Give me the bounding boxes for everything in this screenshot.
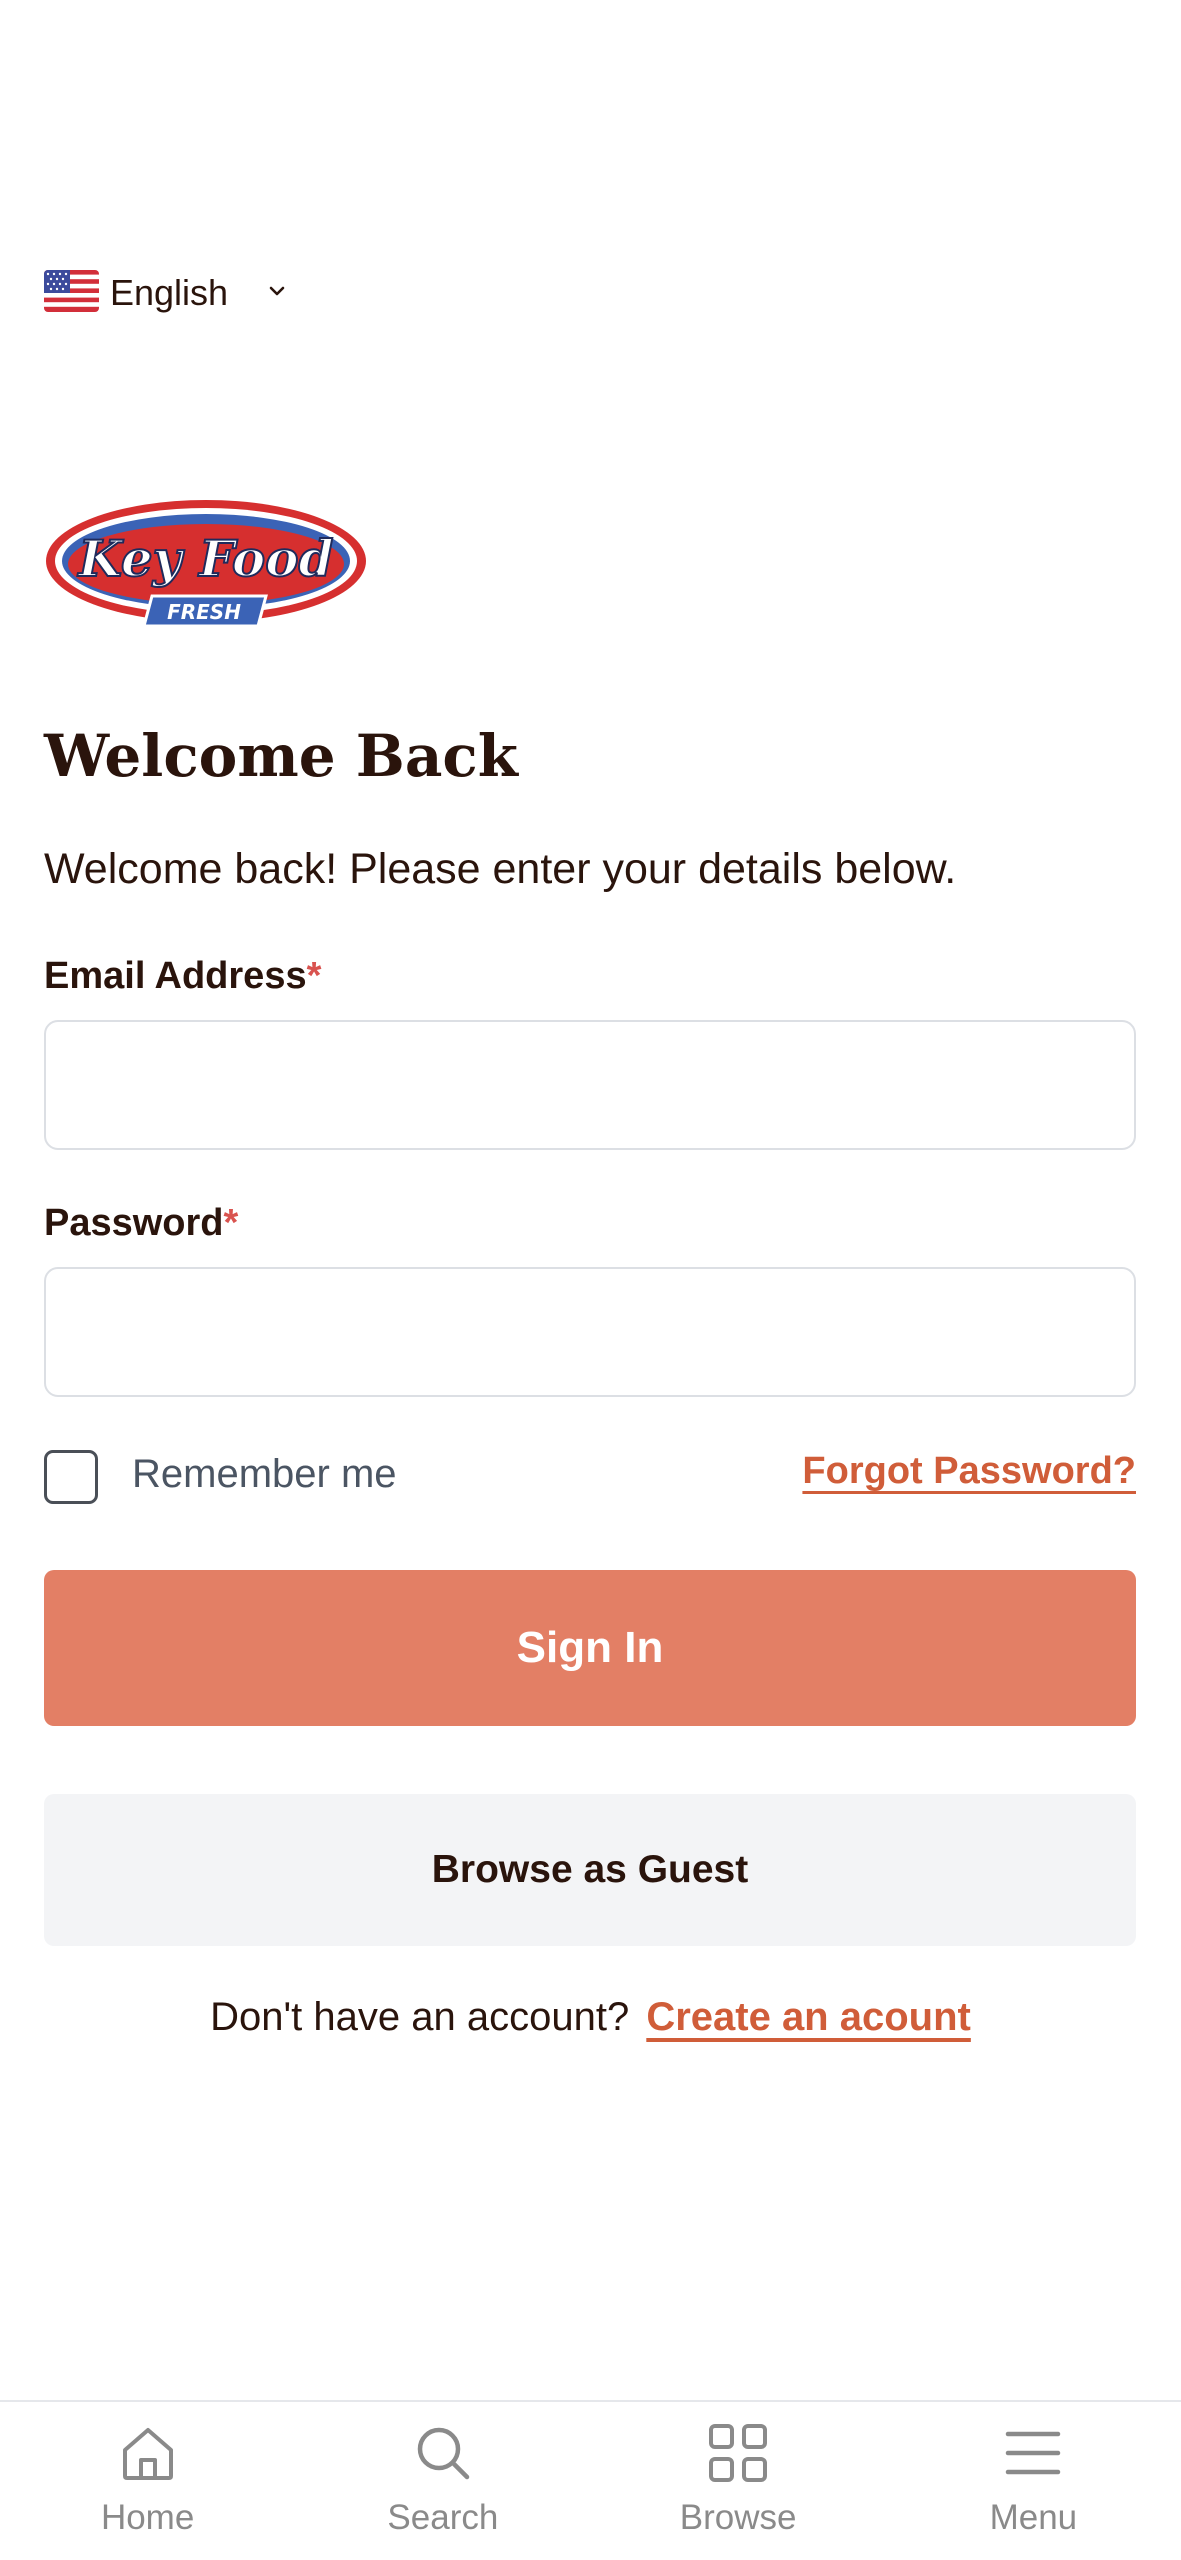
password-label-text: Password [44,1202,224,1244]
browse-as-guest-button[interactable]: Browse as Guest [44,1794,1136,1946]
language-selector[interactable]: English [44,270,285,313]
nav-item-search[interactable]: Search [295,2402,590,2560]
nav-item-menu[interactable]: Menu [886,2402,1181,2560]
logo-tagline: FRESH [167,600,241,624]
search-icon [417,2427,470,2480]
nav-item-home[interactable]: Home [0,2402,295,2560]
email-field[interactable] [44,1020,1136,1150]
logo-wordmark: Key Food [76,529,333,588]
remember-me-label: Remember me [132,1452,397,1496]
sign-in-button[interactable]: Sign In [44,1570,1136,1726]
page-subtitle: Welcome back! Please enter your details … [44,845,957,893]
forgot-password-link[interactable]: Forgot Password? [802,1450,1136,1493]
required-mark: * [223,1202,239,1244]
signup-question: Don't have an account? [210,1995,630,2039]
grid-icon [709,2424,768,2482]
nav-item-browse[interactable]: Browse [591,2402,886,2560]
nav-label-home: Home [100,2498,195,2537]
nav-label-search: Search [387,2498,499,2537]
email-label: Email Address* [44,955,321,998]
language-label: English [110,272,229,313]
remember-me-checkbox[interactable] [44,1450,98,1504]
email-label-text: Email Address [44,955,307,997]
chevron-down-icon [269,286,285,296]
menu-icon [1006,2431,1061,2475]
signup-prompt: Don't have an account? Create an acount [0,1995,1181,2040]
bottom-nav: Home Search Browse Menu [0,2400,1181,2560]
create-account-link[interactable]: Create an acount [646,1995,971,2039]
password-label: Password* [44,1202,238,1245]
us-flag-icon [44,270,99,312]
nav-label-browse: Browse [679,2498,797,2537]
key-food-logo: Key Food FRESH [46,500,366,628]
nav-label-menu: Menu [989,2498,1078,2537]
home-icon [122,2428,173,2480]
required-mark: * [306,955,322,997]
page-title: Welcome Back [44,722,518,790]
password-field[interactable] [44,1267,1136,1397]
